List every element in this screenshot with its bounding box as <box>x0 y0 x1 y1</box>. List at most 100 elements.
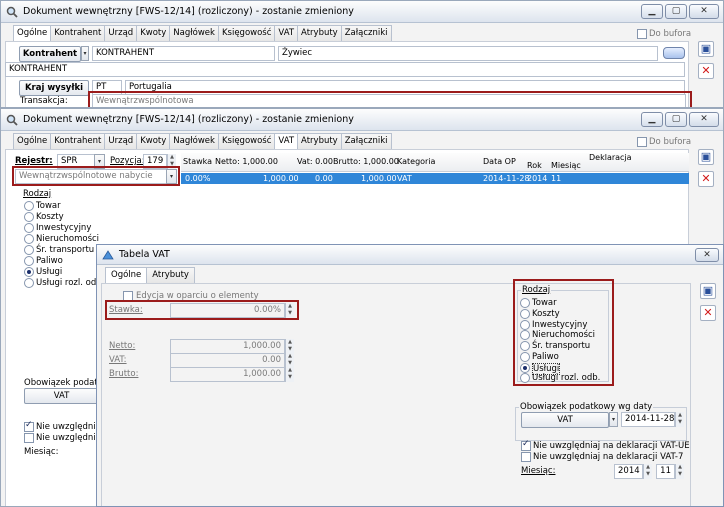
vat-spinner[interactable]: ▲ ▼ <box>285 353 294 368</box>
nabycie-dropdown-icon[interactable]: ▾ <box>166 169 177 184</box>
col-netto[interactable]: Netto: 1,000.00 <box>215 157 278 166</box>
tab-atrybuty[interactable]: Atrybuty <box>297 25 342 41</box>
rodzaj-radio-paliwo[interactable] <box>520 352 530 362</box>
tab-vat[interactable]: VAT <box>274 133 299 150</box>
tab-zalaczniki[interactable]: Załączniki <box>340 25 392 41</box>
address-book-icon[interactable] <box>663 47 685 59</box>
pozycja-spinner[interactable]: ▲ ▼ <box>167 154 176 169</box>
miesiac-month-spinner[interactable]: ▲ ▼ <box>675 464 684 479</box>
rodzaj-radio-koszty[interactable] <box>520 309 530 319</box>
do-bufora-checkbox[interactable] <box>637 137 647 147</box>
save-icon[interactable]: ▣ <box>698 149 714 165</box>
tab-naglowek[interactable]: Nagłówek <box>169 133 219 149</box>
minimize-icon[interactable]: ▁ <box>641 112 663 127</box>
rodzaj-radio-uslugi[interactable] <box>520 363 530 373</box>
kontrahent-name-field[interactable]: KONTRAHENT <box>5 62 685 77</box>
kontrahent-dropdown[interactable]: ▾ <box>81 46 89 61</box>
col-stawka[interactable]: Stawka <box>183 157 212 166</box>
rodzaj-radio-nieruchomosci[interactable] <box>24 234 34 244</box>
tab-ksiegowosc[interactable]: Księgowość <box>217 133 276 149</box>
col-kategoria[interactable]: Kategoria <box>397 157 435 166</box>
kraj-code-field[interactable]: PT <box>92 80 122 95</box>
rodzaj-radio-inwestycyjny[interactable] <box>520 320 530 330</box>
save-icon[interactable]: ▣ <box>700 283 716 299</box>
tab-kontrahent[interactable]: Kontrahent <box>50 133 106 149</box>
col-brutto[interactable]: Brutto: 1,000.00 <box>333 157 399 166</box>
close-x-icon[interactable]: ✕ <box>698 171 714 187</box>
rejestr-dropdown-icon[interactable]: ▾ <box>94 154 105 169</box>
kraj-wysylki-button[interactable]: Kraj wysyłki <box>19 80 89 96</box>
col-data-op[interactable]: Data OP <box>483 157 516 166</box>
close-icon[interactable]: ✕ <box>689 4 719 19</box>
rodzaj-radio-paliwo[interactable] <box>24 256 34 266</box>
tab-ksiegowosc[interactable]: Księgowość <box>217 25 276 41</box>
miesiac-year-field[interactable]: 2014 <box>614 464 643 479</box>
rodzaj-option-towar: Towar <box>532 298 557 308</box>
stawka-spinner[interactable]: ▲ ▼ <box>285 303 294 318</box>
col-rok[interactable]: Rok <box>527 161 542 170</box>
tab-atrybuty[interactable]: Atrybuty <box>297 133 342 149</box>
transakcja-select[interactable]: Wewnątrzwspólnotowa <box>92 94 686 107</box>
rejestr-select[interactable]: SPR <box>57 154 95 169</box>
table-row[interactable]: 0.00% 1,000.00 0.00 1,000.00 VAT 2014-11… <box>181 173 689 184</box>
close-x-icon[interactable]: ✕ <box>698 63 714 79</box>
pozycja-field[interactable]: 179 <box>143 154 167 169</box>
col-miesiac[interactable]: Miesiąc <box>551 161 581 170</box>
vat-field[interactable]: 0.00 <box>170 353 285 368</box>
do-bufora-checkbox[interactable] <box>637 29 647 39</box>
obowiazek-dropdown-icon[interactable]: ▾ <box>609 412 618 427</box>
brutto-field[interactable]: 1,000.00 <box>170 367 285 382</box>
nie-uwzgl-1-checkbox[interactable] <box>24 420 34 432</box>
rodzaj-radio-uslugi-rozl[interactable] <box>520 373 530 383</box>
tab-urzad[interactable]: Urząd <box>104 133 138 149</box>
edycja-checkbox[interactable] <box>123 291 133 301</box>
miesiac-month-field[interactable]: 11 <box>656 464 675 479</box>
nabycie-select[interactable]: Wewnątrzwspólnotowe nabycie <box>15 169 167 184</box>
rodzaj-radio-inwestycyjny[interactable] <box>24 223 34 233</box>
tab-urzad[interactable]: Urząd <box>104 25 138 41</box>
tab-kwoty[interactable]: Kwoty <box>136 25 171 41</box>
rodzaj-radio-koszty[interactable] <box>24 212 34 222</box>
nie-uwzgl-7-checkbox[interactable] <box>521 452 531 462</box>
rodzaj-radio-uslugi-rozl[interactable] <box>24 278 34 288</box>
brutto-spinner[interactable]: ▲ ▼ <box>285 367 294 382</box>
kontrahent-city-field[interactable]: Żywiec <box>278 46 658 61</box>
tab-atrybuty[interactable]: Atrybuty <box>146 267 195 283</box>
col-vat[interactable]: Vat: 0.00 <box>297 157 333 166</box>
miesiac-year-spinner[interactable]: ▲ ▼ <box>643 464 652 479</box>
tab-zalaczniki[interactable]: Załączniki <box>340 133 392 149</box>
obowiazek-vat-button[interactable]: VAT <box>521 412 609 428</box>
close-x-icon[interactable]: ✕ <box>700 305 716 321</box>
rodzaj-radio-towar[interactable] <box>24 201 34 211</box>
tab-ogolne[interactable]: Ogólne <box>13 133 52 149</box>
rodzaj-radio-nieruchomosci[interactable] <box>520 330 530 340</box>
rodzaj-radio-uslugi[interactable] <box>24 267 34 277</box>
tab-naglowek[interactable]: Nagłówek <box>169 25 219 41</box>
tab-kwoty[interactable]: Kwoty <box>136 133 171 149</box>
stawka-label: Stawka: <box>109 305 143 315</box>
kraj-name-field[interactable]: Portugalia <box>125 80 685 95</box>
obowiazek-vat-button[interactable]: VAT <box>24 388 99 404</box>
netto-field[interactable]: 1,000.00 <box>170 339 285 354</box>
rodzaj-radio-transport[interactable] <box>520 341 530 351</box>
nie-uwzgl-2-checkbox[interactable] <box>24 433 34 443</box>
tab-kontrahent[interactable]: Kontrahent <box>50 25 106 41</box>
maximize-icon[interactable]: ▢ <box>665 112 687 127</box>
kontrahent-button[interactable]: Kontrahent <box>19 46 81 62</box>
tab-ogolne[interactable]: Ogólne <box>105 267 148 284</box>
obowiazek-date-spinner[interactable]: ▲ ▼ <box>675 412 684 427</box>
kontrahent-code-field[interactable]: KONTRAHENT <box>92 46 275 61</box>
close-icon[interactable]: ✕ <box>695 248 719 262</box>
maximize-icon[interactable]: ▢ <box>665 4 687 19</box>
close-icon[interactable]: ✕ <box>689 112 719 127</box>
save-icon[interactable]: ▣ <box>698 41 714 57</box>
stawka-field[interactable]: 0.00% <box>170 303 285 318</box>
minimize-icon[interactable]: ▁ <box>641 4 663 19</box>
tab-vat[interactable]: VAT <box>274 25 299 41</box>
rodzaj-radio-transport[interactable] <box>24 245 34 255</box>
nie-uwzgl-ue-checkbox[interactable] <box>521 439 531 451</box>
obowiazek-date-field[interactable]: 2014-11-28 <box>621 412 675 427</box>
netto-spinner[interactable]: ▲ ▼ <box>285 339 294 354</box>
tab-ogolne[interactable]: Ogólne <box>13 25 52 42</box>
rodzaj-radio-towar[interactable] <box>520 298 530 308</box>
